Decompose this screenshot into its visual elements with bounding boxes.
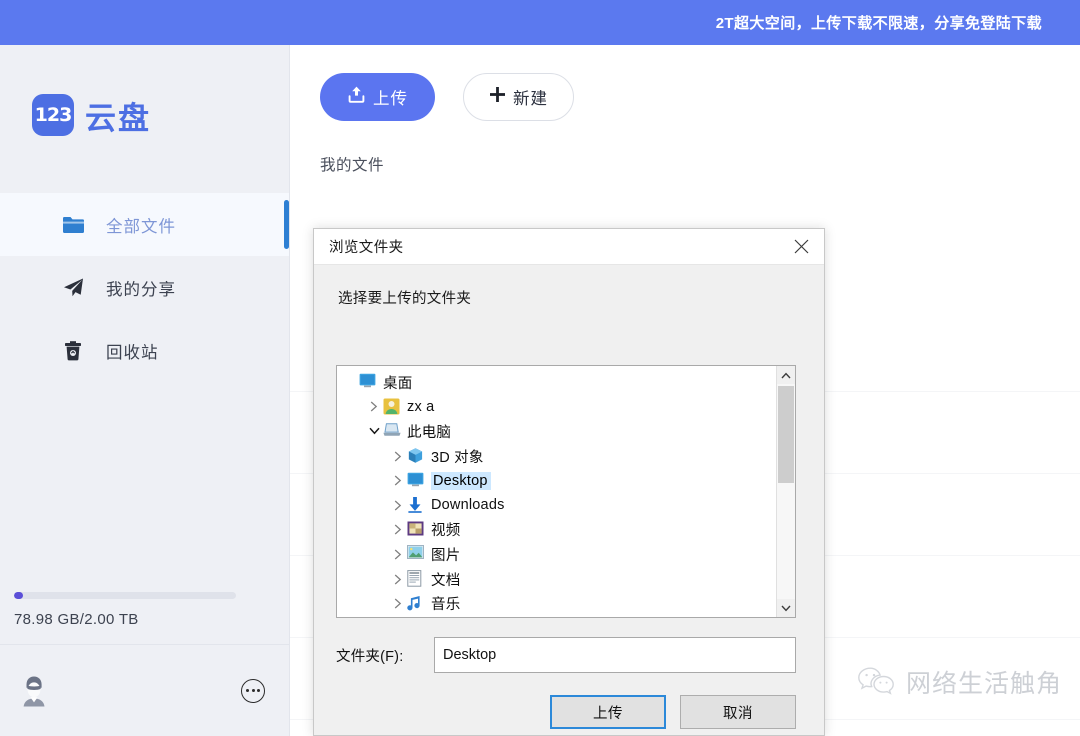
trash-icon [62,340,84,362]
tree-scrollbar-thumb[interactable] [778,386,794,483]
tree-item-label: 音乐 [431,593,460,614]
folder-tree[interactable]: 桌面 zx a 此电脑 3D 对象 Desktop Downloads 视频图片文档音乐 [337,366,776,617]
user-icon [383,398,401,416]
folder-name-input[interactable] [434,637,796,673]
more-options-icon[interactable] [241,679,265,703]
tree-item-label: Desktop [431,472,491,490]
video-icon [407,521,425,539]
tree-scrollbar-track[interactable] [777,384,795,599]
tree-item[interactable]: 文档 [341,567,776,592]
plus-icon [489,86,506,108]
sidebar-item-all-files[interactable]: 全部文件 [0,193,289,256]
tree-item[interactable]: Desktop [341,468,776,493]
tree-item[interactable]: 此电脑 [341,419,776,444]
sidebar-nav: 全部文件 我的分享 [0,193,289,382]
dialog-button-row: 上传 取消 [314,695,824,729]
dialog-titlebar[interactable]: 浏览文件夹 [314,229,824,265]
logo-text-yunpan: 云盘 [85,93,151,138]
desktop-icon [359,373,377,391]
app-root: 2T超大空间，上传下载不限速，分享免登陆下载 123 云盘 全部文件 [0,0,1080,736]
sidebar: 123 云盘 全部文件 我的分享 [0,45,290,736]
promo-banner-text: 2T超大空间，上传下载不限速，分享免登陆下载 [716,12,1042,33]
app-logo[interactable]: 123 云盘 [0,45,289,185]
dialog-title: 浏览文件夹 [329,236,404,257]
watermark: 网络生活触角 [856,664,1062,700]
3d-object-icon [407,447,425,465]
storage-meter: 78.98 GB/2.00 TB [0,592,289,628]
folder-field-row: 文件夹(F): [314,637,824,673]
dialog-upload-button[interactable]: 上传 [550,695,666,729]
more-dot-1 [246,689,249,692]
tree-expand-chevron-right-icon[interactable] [389,495,407,515]
tree-twisty-placeholder [341,372,359,392]
chevron-down-icon[interactable] [777,599,795,617]
tree-item-label: 此电脑 [407,421,451,442]
sidebar-user-bar [0,644,289,736]
tree-item[interactable]: 视频 [341,518,776,543]
tree-expand-chevron-right-icon[interactable] [365,397,383,417]
computer-icon [383,422,401,440]
sidebar-item-label-my-shares: 我的分享 [106,276,176,300]
folder-icon [62,214,84,236]
upload-button-label: 上传 [373,85,408,109]
close-x-icon[interactable] [778,229,824,264]
document-icon [407,570,425,588]
main-toolbar: 上传 新建 [290,45,1080,121]
folder-tree-panel: 桌面 zx a 此电脑 3D 对象 Desktop Downloads 视频图片文档音乐 [336,365,796,618]
download-icon [407,496,425,514]
wechat-icon [856,665,896,700]
dialog-instruction: 选择要上传的文件夹 [314,265,824,308]
tree-item[interactable]: zx a [341,395,776,420]
user-avatar[interactable] [14,671,54,711]
tree-item-label: 视频 [431,519,460,540]
sidebar-item-label-all-files: 全部文件 [106,213,176,237]
watermark-text: 网络生活触角 [906,664,1062,700]
picture-icon [407,545,425,563]
tree-expand-chevron-right-icon[interactable] [389,594,407,614]
upload-arrow-icon [347,85,366,109]
more-dot-3 [257,689,260,692]
chevron-up-icon[interactable] [777,366,795,384]
share-paperplane-icon [62,277,84,299]
tree-expand-chevron-right-icon[interactable] [389,520,407,540]
dialog-cancel-button[interactable]: 取消 [680,695,796,729]
promo-banner: 2T超大空间，上传下载不限速，分享免登陆下载 [0,0,1080,45]
tree-item[interactable]: 桌面 [341,370,776,395]
logo-badge-123: 123 [32,94,74,136]
tree-scrollbar[interactable] [776,366,795,617]
sidebar-item-recycle-bin[interactable]: 回收站 [0,319,289,382]
folder-field-label: 文件夹(F): [336,645,434,666]
tree-item-label: 图片 [431,544,460,565]
tree-item[interactable]: 图片 [341,542,776,567]
music-icon [407,595,425,613]
storage-progress-bar [14,592,236,599]
upload-button[interactable]: 上传 [320,73,435,121]
new-button-label: 新建 [513,85,548,109]
tree-item-label: Downloads [431,497,505,513]
tree-item[interactable]: 音乐 [341,591,776,616]
more-dot-2 [252,689,255,692]
sidebar-item-label-recycle-bin: 回收站 [106,339,159,363]
tree-item[interactable]: Downloads [341,493,776,518]
tree-item[interactable]: 3D 对象 [341,444,776,469]
tree-expand-chevron-right-icon[interactable] [389,569,407,589]
tree-collapse-chevron-down-icon[interactable] [365,421,383,441]
tree-item-label: 桌面 [383,372,412,393]
tree-item-label: 文档 [431,569,460,590]
tree-item-label: zx a [407,399,434,415]
browse-folder-dialog: 浏览文件夹 选择要上传的文件夹 桌面 zx a 此电脑 3D 对象 Desktop Dow… [313,228,825,736]
breadcrumb[interactable]: 我的文件 [320,153,1080,175]
storage-progress-fill [14,592,23,599]
tree-item-label: 3D 对象 [431,446,484,467]
desktop-icon [407,472,425,490]
new-button[interactable]: 新建 [463,73,574,121]
tree-expand-chevron-right-icon[interactable] [389,471,407,491]
sidebar-item-my-shares[interactable]: 我的分享 [0,256,289,319]
tree-expand-chevron-right-icon[interactable] [389,446,407,466]
tree-expand-chevron-right-icon[interactable] [389,544,407,564]
storage-usage-text: 78.98 GB/2.00 TB [14,611,275,628]
